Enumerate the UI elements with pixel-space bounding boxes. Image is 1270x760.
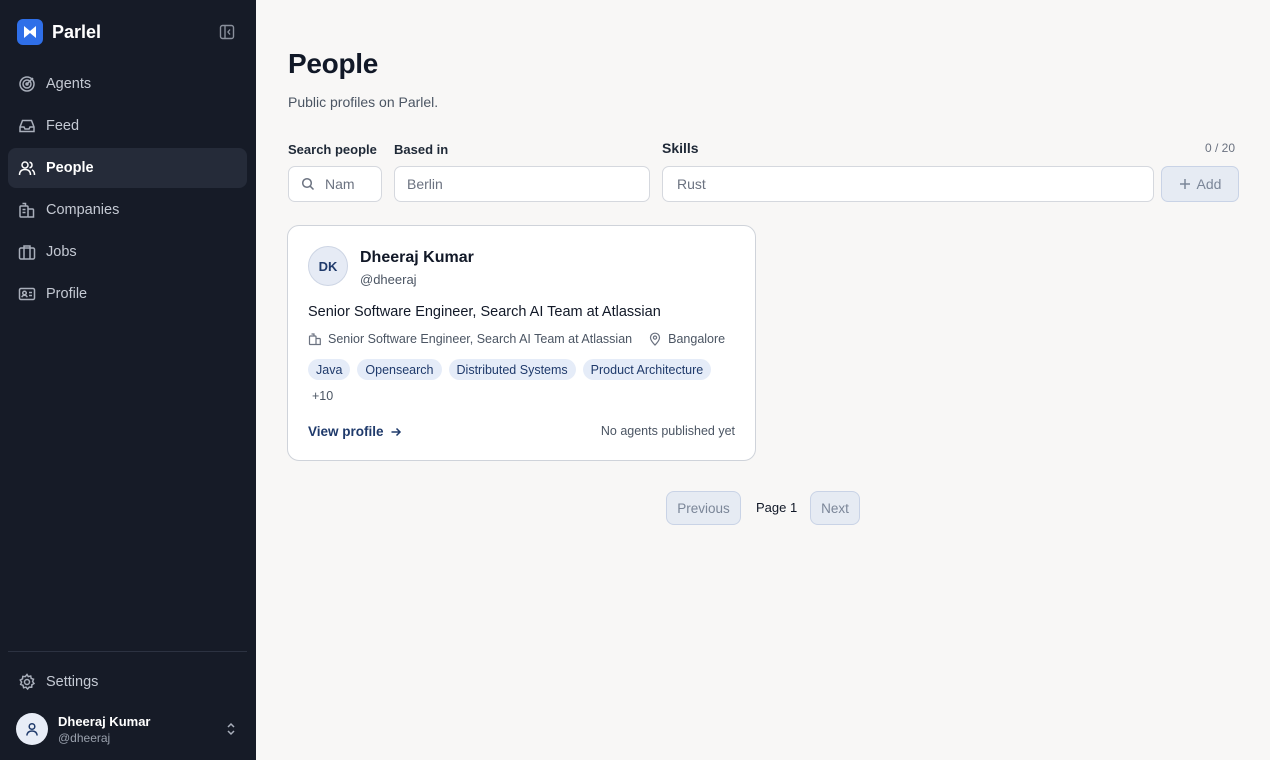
skills-value: Rust xyxy=(677,176,706,192)
add-label: Add xyxy=(1196,176,1222,192)
view-profile-label: View profile xyxy=(308,424,384,439)
search-people-label: Search people xyxy=(288,142,377,157)
building-icon xyxy=(308,332,322,346)
sidebar: Parlel Agents Feed People Companies Jobs… xyxy=(0,0,256,760)
view-profile-link[interactable]: View profile xyxy=(308,424,402,439)
skill-tag: Opensearch xyxy=(357,359,442,380)
add-skill-button[interactable]: Add xyxy=(1161,166,1239,202)
person-name: Dheeraj Kumar xyxy=(360,249,474,266)
users-icon xyxy=(18,159,36,177)
skill-tags: Java Opensearch Distributed Systems Prod… xyxy=(308,359,718,380)
person-position: Senior Software Engineer, Search AI Team… xyxy=(328,332,633,346)
brand[interactable]: Parlel xyxy=(17,19,101,45)
sidebar-item-label: Profile xyxy=(46,286,88,302)
person-headline: Senior Software Engineer, Search AI Team… xyxy=(308,304,661,320)
sidebar-item-label: Feed xyxy=(46,118,80,134)
person-location: Bangalore xyxy=(648,332,725,346)
page-title: People xyxy=(288,48,379,79)
more-tags-count: +10 xyxy=(312,389,334,403)
skills-counter: 0 / 20 xyxy=(1205,141,1236,155)
search-input[interactable]: Nam xyxy=(288,166,382,202)
sidebar-item-people[interactable]: People xyxy=(8,148,247,188)
search-placeholder: Nam xyxy=(325,176,355,192)
user-handle: @dheeraj xyxy=(58,730,111,745)
page-subtitle: Public profiles on Parlel. xyxy=(288,94,439,110)
skill-tag: Product Architecture xyxy=(582,359,712,380)
app-name: Parlel xyxy=(52,21,102,42)
user-menu[interactable]: Dheeraj Kumar @dheeraj xyxy=(8,708,247,750)
sidebar-item-label: Companies xyxy=(46,202,120,218)
radar-icon xyxy=(18,75,36,93)
skill-tag: Distributed Systems xyxy=(448,359,576,380)
user-info: Dheeraj Kumar @dheeraj xyxy=(58,714,150,745)
page-indicator: Page 1 xyxy=(756,500,798,515)
sidebar-item-settings[interactable]: Settings xyxy=(8,662,247,702)
sidebar-item-jobs[interactable]: Jobs xyxy=(8,232,247,272)
person-location-text: Bangalore xyxy=(668,332,726,346)
person-handle: @dheeraj xyxy=(360,272,417,287)
sidebar-item-label: People xyxy=(46,160,94,176)
avatar xyxy=(16,713,48,745)
arrow-right-icon xyxy=(390,426,402,438)
id-card-icon xyxy=(18,285,36,303)
sidebar-item-profile[interactable]: Profile xyxy=(8,274,247,314)
user-name: Dheeraj Kumar xyxy=(58,713,151,729)
based-in-label: Based in xyxy=(394,142,449,157)
person-card: DK Dheeraj Kumar @dheeraj Senior Softwar… xyxy=(287,225,756,461)
search-icon xyxy=(301,177,315,191)
gear-icon xyxy=(18,673,36,691)
previous-page-button[interactable]: Previous xyxy=(666,491,741,525)
sidebar-item-label: Jobs xyxy=(46,244,77,260)
person-meta: Senior Software Engineer, Search AI Team… xyxy=(308,332,725,346)
sidebar-nav: Agents Feed People Companies Jobs Profil… xyxy=(8,64,247,316)
skills-label: Skills xyxy=(662,140,699,156)
avatar: DK xyxy=(308,246,348,286)
inbox-icon xyxy=(18,117,36,135)
parlel-logo-icon xyxy=(17,19,43,45)
collapse-sidebar-icon[interactable] xyxy=(218,23,236,41)
plus-icon xyxy=(1179,176,1191,193)
next-page-button[interactable]: Next xyxy=(810,491,860,525)
chevron-up-down-icon[interactable] xyxy=(223,720,239,738)
sidebar-item-companies[interactable]: Companies xyxy=(8,190,247,230)
briefcase-icon xyxy=(18,243,36,261)
sidebar-item-label: Agents xyxy=(46,76,92,92)
sidebar-divider xyxy=(8,651,247,652)
based-in-input[interactable]: Berlin xyxy=(394,166,650,202)
settings-label: Settings xyxy=(46,674,99,690)
sidebar-item-feed[interactable]: Feed xyxy=(8,106,247,146)
skill-tag: Java xyxy=(308,359,351,380)
building-icon xyxy=(18,201,36,219)
map-pin-icon xyxy=(648,332,662,346)
agents-status: No agents published yet xyxy=(600,424,735,438)
sidebar-item-agents[interactable]: Agents xyxy=(8,64,247,104)
based-in-value: Berlin xyxy=(407,176,443,192)
main-content: People Public profiles on Parlel. Search… xyxy=(256,0,1270,760)
skills-input[interactable]: Rust xyxy=(662,166,1154,202)
